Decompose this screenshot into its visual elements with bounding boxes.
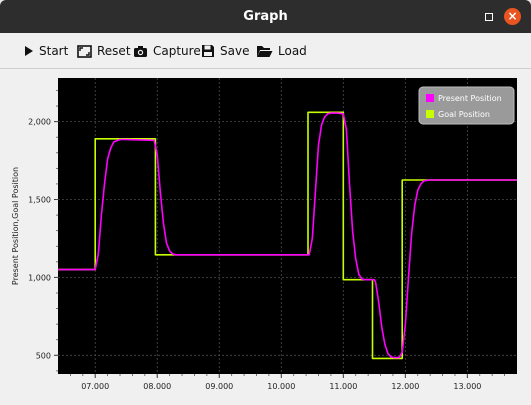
x-axis: 07.000 08.000 09.000 10.000 11.000 12.000 13.0… (70, 374, 505, 391)
x-tick-label: 10.000 (267, 382, 295, 391)
legend: Present Position Goal Position (418, 86, 515, 125)
reset-label: Reset (97, 44, 131, 58)
camera-icon (134, 45, 147, 57)
load-button[interactable]: Load (256, 41, 307, 61)
x-tick-label: 09.000 (205, 382, 233, 391)
graph-area: 500 1,000 1,500 2,000 07.000 08.000 09.000 10.… (0, 69, 531, 405)
restore-button[interactable] (480, 8, 497, 25)
legend-label-goal: Goal Position (438, 110, 490, 119)
reset-icon (77, 44, 92, 58)
legend-swatch-goal (426, 110, 434, 118)
y-tick-label: 2,000 (28, 118, 51, 127)
y-tick-label: 1,000 (28, 273, 51, 282)
reset-button[interactable]: Reset (77, 41, 131, 61)
save-label: Save (220, 44, 250, 58)
start-button[interactable]: Start (24, 41, 68, 61)
start-label: Start (39, 44, 69, 58)
capture-button[interactable]: Capture (133, 41, 201, 61)
folder-open-icon (257, 46, 273, 57)
legend-swatch-present (426, 94, 434, 102)
x-tick-label: 12.000 (391, 382, 419, 391)
x-tick-label: 07.000 (81, 382, 109, 391)
save-icon (202, 45, 214, 57)
y-tick-label: 500 (36, 351, 51, 360)
position-chart[interactable]: 500 1,000 1,500 2,000 07.000 08.000 09.000 10.… (0, 69, 531, 405)
save-button[interactable]: Save (201, 41, 249, 61)
play-icon (25, 46, 33, 56)
x-tick-label: 13.000 (453, 382, 481, 391)
y-axis-label: Present Position,Goal Position (11, 167, 20, 285)
y-tick-label: 1,500 (28, 196, 51, 205)
load-label: Load (278, 44, 307, 58)
capture-label: Capture (153, 44, 201, 58)
y-axis: 500 1,000 1,500 2,000 (28, 90, 58, 372)
title-bar: Graph × (0, 0, 531, 33)
toolbar: Start Reset Capture Save Load (0, 33, 531, 69)
close-icon: × (507, 9, 518, 23)
close-button[interactable]: × (504, 8, 521, 25)
graph-window: Graph × Start Reset Capture Save Load 50… (0, 0, 531, 405)
legend-label-present: Present Position (438, 94, 502, 103)
window-title: Graph (243, 9, 288, 24)
x-tick-label: 11.000 (329, 382, 357, 391)
restore-icon (484, 12, 493, 21)
x-tick-label: 08.000 (143, 382, 171, 391)
